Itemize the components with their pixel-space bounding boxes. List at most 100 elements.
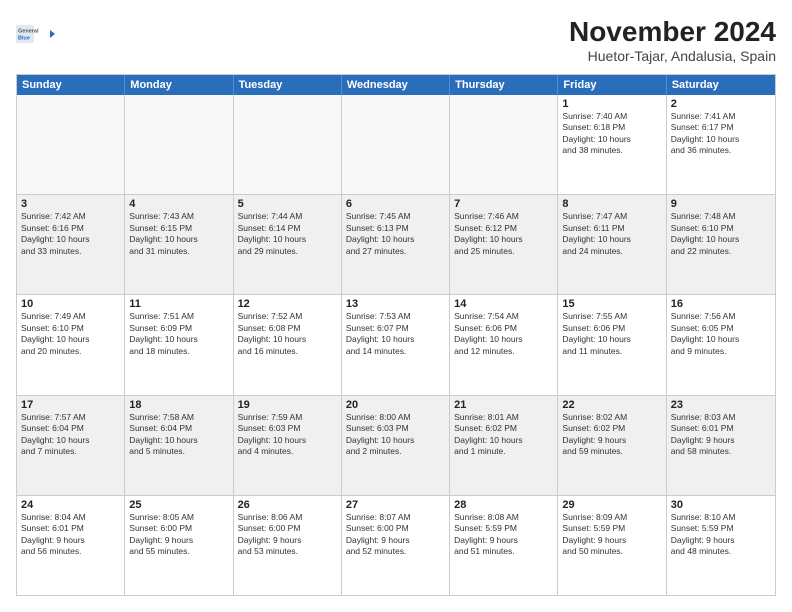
day-info: Sunrise: 7:43 AM Sunset: 6:15 PM Dayligh… — [129, 211, 228, 257]
calendar-cell: 14Sunrise: 7:54 AM Sunset: 6:06 PM Dayli… — [450, 295, 558, 394]
calendar-body: 1Sunrise: 7:40 AM Sunset: 6:18 PM Daylig… — [17, 95, 775, 595]
day-info: Sunrise: 7:58 AM Sunset: 6:04 PM Dayligh… — [129, 412, 228, 458]
week-row-5: 24Sunrise: 8:04 AM Sunset: 6:01 PM Dayli… — [17, 496, 775, 595]
day-number: 8 — [562, 198, 661, 210]
day-info: Sunrise: 7:56 AM Sunset: 6:05 PM Dayligh… — [671, 311, 771, 357]
weekday-header-sunday: Sunday — [17, 75, 125, 95]
day-number: 17 — [21, 399, 120, 411]
calendar-cell: 1Sunrise: 7:40 AM Sunset: 6:18 PM Daylig… — [558, 95, 666, 194]
day-number: 3 — [21, 198, 120, 210]
calendar-cell: 10Sunrise: 7:49 AM Sunset: 6:10 PM Dayli… — [17, 295, 125, 394]
day-number: 10 — [21, 298, 120, 310]
week-row-1: 1Sunrise: 7:40 AM Sunset: 6:18 PM Daylig… — [17, 95, 775, 195]
calendar-cell: 7Sunrise: 7:46 AM Sunset: 6:12 PM Daylig… — [450, 195, 558, 294]
calendar-cell: 25Sunrise: 8:05 AM Sunset: 6:00 PM Dayli… — [125, 496, 233, 595]
day-info: Sunrise: 7:57 AM Sunset: 6:04 PM Dayligh… — [21, 412, 120, 458]
calendar-cell: 27Sunrise: 8:07 AM Sunset: 6:00 PM Dayli… — [342, 496, 450, 595]
calendar-cell — [125, 95, 233, 194]
week-row-3: 10Sunrise: 7:49 AM Sunset: 6:10 PM Dayli… — [17, 295, 775, 395]
day-number: 29 — [562, 499, 661, 511]
weekday-header-friday: Friday — [558, 75, 666, 95]
day-number: 26 — [238, 499, 337, 511]
header: General Blue November 2024 Huetor-Tajar,… — [16, 16, 776, 64]
calendar-cell: 24Sunrise: 8:04 AM Sunset: 6:01 PM Dayli… — [17, 496, 125, 595]
day-number: 20 — [346, 399, 445, 411]
day-info: Sunrise: 8:04 AM Sunset: 6:01 PM Dayligh… — [21, 512, 120, 558]
calendar-cell — [342, 95, 450, 194]
day-info: Sunrise: 8:02 AM Sunset: 6:02 PM Dayligh… — [562, 412, 661, 458]
week-row-4: 17Sunrise: 7:57 AM Sunset: 6:04 PM Dayli… — [17, 396, 775, 496]
calendar-cell — [17, 95, 125, 194]
day-number: 2 — [671, 98, 771, 110]
day-number: 18 — [129, 399, 228, 411]
weekday-header-tuesday: Tuesday — [234, 75, 342, 95]
weekday-header-monday: Monday — [125, 75, 233, 95]
day-number: 27 — [346, 499, 445, 511]
day-number: 12 — [238, 298, 337, 310]
logo-svg: General Blue — [16, 16, 56, 52]
calendar-cell: 21Sunrise: 8:01 AM Sunset: 6:02 PM Dayli… — [450, 396, 558, 495]
day-info: Sunrise: 8:00 AM Sunset: 6:03 PM Dayligh… — [346, 412, 445, 458]
day-info: Sunrise: 8:07 AM Sunset: 6:00 PM Dayligh… — [346, 512, 445, 558]
calendar-cell: 19Sunrise: 7:59 AM Sunset: 6:03 PM Dayli… — [234, 396, 342, 495]
day-number: 23 — [671, 399, 771, 411]
day-info: Sunrise: 7:45 AM Sunset: 6:13 PM Dayligh… — [346, 211, 445, 257]
calendar-cell: 18Sunrise: 7:58 AM Sunset: 6:04 PM Dayli… — [125, 396, 233, 495]
calendar-cell: 15Sunrise: 7:55 AM Sunset: 6:06 PM Dayli… — [558, 295, 666, 394]
day-info: Sunrise: 7:55 AM Sunset: 6:06 PM Dayligh… — [562, 311, 661, 357]
day-info: Sunrise: 7:54 AM Sunset: 6:06 PM Dayligh… — [454, 311, 553, 357]
weekday-header-wednesday: Wednesday — [342, 75, 450, 95]
calendar-cell — [450, 95, 558, 194]
calendar-cell: 30Sunrise: 8:10 AM Sunset: 5:59 PM Dayli… — [667, 496, 775, 595]
calendar-cell: 16Sunrise: 7:56 AM Sunset: 6:05 PM Dayli… — [667, 295, 775, 394]
day-number: 5 — [238, 198, 337, 210]
calendar-cell: 9Sunrise: 7:48 AM Sunset: 6:10 PM Daylig… — [667, 195, 775, 294]
calendar: SundayMondayTuesdayWednesdayThursdayFrid… — [16, 74, 776, 596]
calendar-cell: 4Sunrise: 7:43 AM Sunset: 6:15 PM Daylig… — [125, 195, 233, 294]
day-info: Sunrise: 8:03 AM Sunset: 6:01 PM Dayligh… — [671, 412, 771, 458]
day-number: 15 — [562, 298, 661, 310]
day-number: 25 — [129, 499, 228, 511]
day-info: Sunrise: 7:59 AM Sunset: 6:03 PM Dayligh… — [238, 412, 337, 458]
day-info: Sunrise: 8:05 AM Sunset: 6:00 PM Dayligh… — [129, 512, 228, 558]
title-block: November 2024 Huetor-Tajar, Andalusia, S… — [569, 16, 776, 64]
day-number: 9 — [671, 198, 771, 210]
day-info: Sunrise: 7:42 AM Sunset: 6:16 PM Dayligh… — [21, 211, 120, 257]
calendar-cell: 8Sunrise: 7:47 AM Sunset: 6:11 PM Daylig… — [558, 195, 666, 294]
calendar-cell: 5Sunrise: 7:44 AM Sunset: 6:14 PM Daylig… — [234, 195, 342, 294]
calendar-cell: 17Sunrise: 7:57 AM Sunset: 6:04 PM Dayli… — [17, 396, 125, 495]
day-info: Sunrise: 7:53 AM Sunset: 6:07 PM Dayligh… — [346, 311, 445, 357]
day-number: 30 — [671, 499, 771, 511]
calendar-cell: 13Sunrise: 7:53 AM Sunset: 6:07 PM Dayli… — [342, 295, 450, 394]
calendar-cell: 26Sunrise: 8:06 AM Sunset: 6:00 PM Dayli… — [234, 496, 342, 595]
day-number: 7 — [454, 198, 553, 210]
day-number: 16 — [671, 298, 771, 310]
day-info: Sunrise: 7:49 AM Sunset: 6:10 PM Dayligh… — [21, 311, 120, 357]
calendar-cell: 11Sunrise: 7:51 AM Sunset: 6:09 PM Dayli… — [125, 295, 233, 394]
day-info: Sunrise: 7:47 AM Sunset: 6:11 PM Dayligh… — [562, 211, 661, 257]
day-number: 13 — [346, 298, 445, 310]
location-subtitle: Huetor-Tajar, Andalusia, Spain — [569, 48, 776, 64]
day-info: Sunrise: 7:52 AM Sunset: 6:08 PM Dayligh… — [238, 311, 337, 357]
day-number: 28 — [454, 499, 553, 511]
calendar-header: SundayMondayTuesdayWednesdayThursdayFrid… — [17, 75, 775, 95]
calendar-cell: 20Sunrise: 8:00 AM Sunset: 6:03 PM Dayli… — [342, 396, 450, 495]
day-info: Sunrise: 8:06 AM Sunset: 6:00 PM Dayligh… — [238, 512, 337, 558]
page: General Blue November 2024 Huetor-Tajar,… — [0, 0, 792, 612]
day-number: 1 — [562, 98, 661, 110]
day-info: Sunrise: 7:44 AM Sunset: 6:14 PM Dayligh… — [238, 211, 337, 257]
calendar-cell: 29Sunrise: 8:09 AM Sunset: 5:59 PM Dayli… — [558, 496, 666, 595]
day-info: Sunrise: 7:48 AM Sunset: 6:10 PM Dayligh… — [671, 211, 771, 257]
day-number: 19 — [238, 399, 337, 411]
weekday-header-saturday: Saturday — [667, 75, 775, 95]
week-row-2: 3Sunrise: 7:42 AM Sunset: 6:16 PM Daylig… — [17, 195, 775, 295]
calendar-cell: 23Sunrise: 8:03 AM Sunset: 6:01 PM Dayli… — [667, 396, 775, 495]
logo: General Blue — [16, 16, 56, 52]
day-number: 24 — [21, 499, 120, 511]
day-number: 21 — [454, 399, 553, 411]
svg-text:General: General — [18, 29, 39, 35]
calendar-cell: 12Sunrise: 7:52 AM Sunset: 6:08 PM Dayli… — [234, 295, 342, 394]
day-number: 4 — [129, 198, 228, 210]
day-info: Sunrise: 7:40 AM Sunset: 6:18 PM Dayligh… — [562, 111, 661, 157]
calendar-cell: 2Sunrise: 7:41 AM Sunset: 6:17 PM Daylig… — [667, 95, 775, 194]
